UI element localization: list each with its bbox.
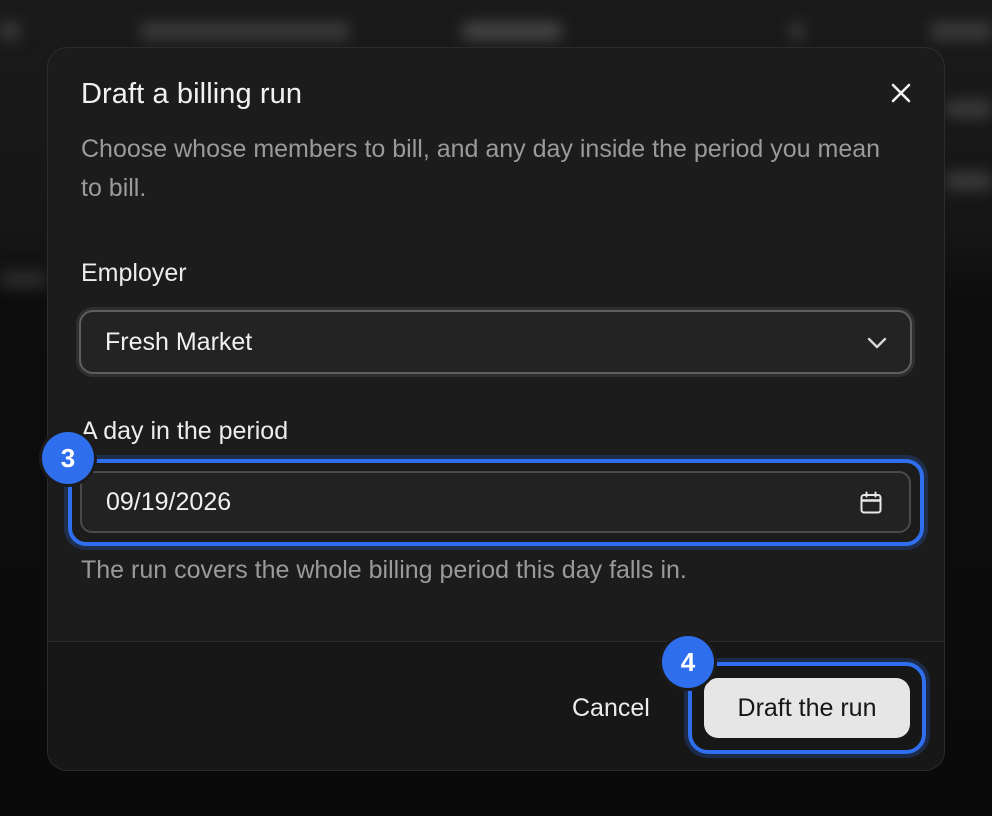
dialog-description: Choose whose members to bill, and any da… <box>81 135 881 202</box>
employer-label: Employer <box>81 259 187 287</box>
close-icon <box>891 83 911 103</box>
period-day-label: A day in the period <box>81 417 289 445</box>
dialog-footer: Cancel Draft the run <box>48 641 944 770</box>
employer-selected-value: Fresh Market <box>105 327 253 356</box>
calendar-icon[interactable] <box>859 491 883 515</box>
period-day-input[interactable]: 09/19/2026 <box>80 471 911 533</box>
draft-run-button[interactable]: Draft the run <box>704 678 910 738</box>
cancel-button[interactable]: Cancel <box>562 690 660 726</box>
billing-run-dialog: Draft a billing run Choose whose members… <box>47 47 945 771</box>
employer-select[interactable]: Fresh Market <box>79 310 912 374</box>
period-day-hint: The run covers the whole billing period … <box>81 556 687 584</box>
step-marker-badge: 4 <box>662 636 714 688</box>
period-day-value: 09/19/2026 <box>106 487 232 516</box>
dialog-title: Draft a billing run <box>81 78 303 110</box>
chevron-down-icon <box>867 337 887 349</box>
close-button[interactable] <box>884 76 918 110</box>
step-marker-badge: 3 <box>42 432 94 484</box>
